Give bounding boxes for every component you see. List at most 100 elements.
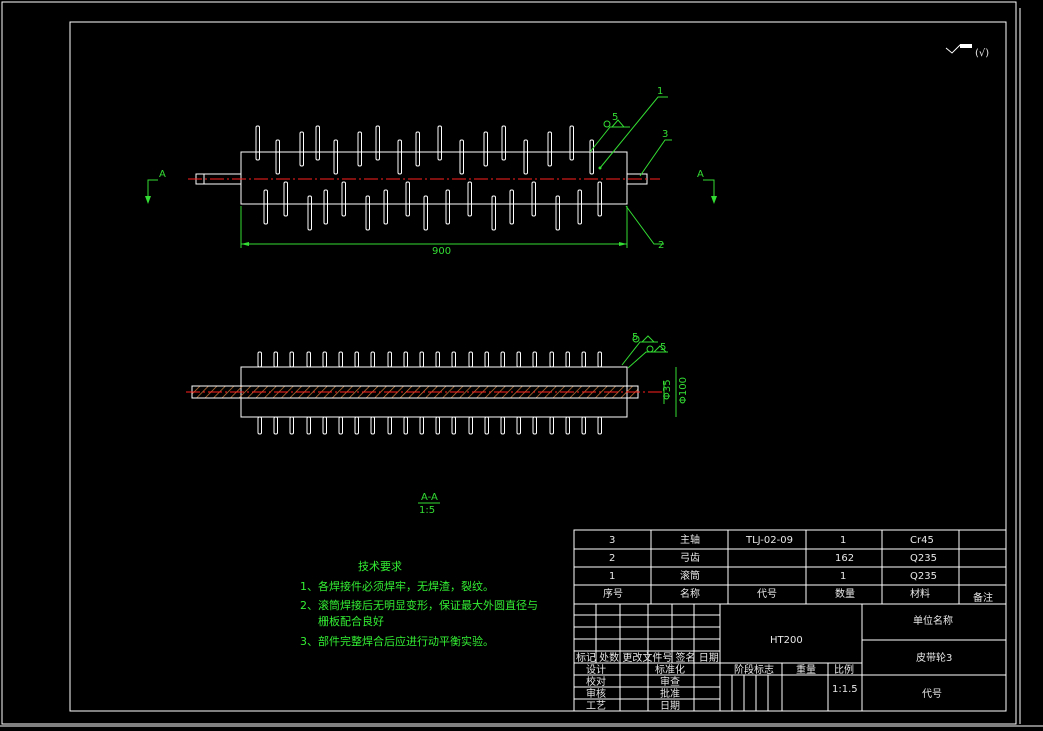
- tooth-slot: [299, 131, 304, 167]
- tb-approve: 批准: [660, 687, 680, 700]
- section-mark-right: A: [697, 169, 717, 204]
- tooth-slot: [375, 125, 380, 161]
- tooth-slot: [516, 351, 521, 368]
- tech-title: 技术要求: [358, 560, 402, 573]
- svg-text:2: 2: [658, 240, 664, 251]
- row2-name: 弓齿: [680, 552, 700, 564]
- tooth-slot: [403, 351, 408, 368]
- tooth-slot: [423, 195, 428, 231]
- row2-material: Q235: [910, 553, 937, 564]
- tooth-slot: [283, 181, 288, 217]
- tooth-slot: [484, 351, 489, 368]
- tb-code-label: 代号: [922, 688, 942, 700]
- tooth-slot: [338, 351, 343, 368]
- header-note: 备注: [973, 591, 993, 604]
- tooth-slot: [445, 189, 450, 225]
- tooth-slot: [532, 416, 537, 435]
- tb-design: 设计: [586, 663, 606, 676]
- tooth-slot: [451, 416, 456, 435]
- row3-qty: 1: [840, 535, 846, 546]
- top-view: 900 A A 1 3 2 5: [145, 86, 717, 257]
- tb-scale-label: 比例: [834, 663, 854, 676]
- header-material: 材料: [910, 587, 930, 600]
- svg-text:A: A: [159, 169, 166, 180]
- dim-arrow-right: [619, 242, 627, 246]
- tooth-slot: [500, 351, 505, 368]
- row1-no: 1: [609, 571, 615, 582]
- tb-check: 校对: [586, 675, 606, 688]
- tooth-slot: [565, 416, 570, 435]
- tooth-slot: [500, 416, 505, 435]
- tooth-slot: [307, 195, 312, 231]
- tooth-slot: [437, 125, 442, 161]
- tooth-slot: [468, 416, 473, 435]
- tooth-slot: [315, 125, 320, 161]
- tooth-slot: [483, 131, 488, 167]
- tb-standardization: 标准化: [655, 663, 685, 676]
- tech-line-4: 3、部件完整焊合后应进行动平衡实验。: [300, 634, 494, 648]
- tooth-slot: [273, 416, 278, 435]
- tech-requirements: 技术要求 1、各焊接件必须焊牢，无焊渣，裂纹。 2、滚筒焊接后无明显变形，保证最…: [300, 560, 538, 648]
- row1-qty: 1: [840, 571, 846, 582]
- tooth-slot: [354, 351, 359, 368]
- tooth-slot: [581, 416, 586, 435]
- callout-3: 3: [639, 129, 672, 177]
- tooth-slot: [501, 125, 506, 161]
- row3-material: Cr45: [910, 535, 934, 546]
- svg-text:1: 1: [657, 86, 663, 97]
- header-qty: 数量: [835, 587, 855, 600]
- svg-text:5: 5: [612, 112, 618, 123]
- tooth-slot: [263, 189, 268, 225]
- tooth-slot: [383, 189, 388, 225]
- row2-qty: 162: [835, 553, 854, 564]
- tooth-slot: [589, 139, 594, 175]
- tooth-slot: [569, 125, 574, 161]
- tooth-slot: [257, 416, 262, 435]
- tooth-slot: [435, 416, 440, 435]
- dim-phi35-text: Φ35: [662, 379, 673, 400]
- tb-audit: 审查: [660, 675, 680, 688]
- row3-code: TLJ-02-09: [745, 535, 793, 546]
- row1-name: 滚筒: [680, 569, 700, 582]
- row1-material: Q235: [910, 571, 937, 582]
- tooth-slot: [257, 351, 262, 368]
- tooth-slot: [491, 195, 496, 231]
- svg-text:5: 5: [632, 332, 638, 343]
- tooth-slot: [419, 416, 424, 435]
- svg-text:A-A: A-A: [421, 492, 438, 503]
- tb-unit-name: 单位名称: [913, 614, 953, 627]
- sheet-outer-frame: [1, 1, 1017, 725]
- tooth-slot: [419, 351, 424, 368]
- dim-arrow-left: [241, 242, 249, 246]
- tech-line-3: 栅板配合良好: [318, 614, 384, 628]
- tooth-slot: [306, 416, 311, 435]
- tooth-slot: [405, 181, 410, 217]
- tooth-slot: [306, 351, 311, 368]
- tooth-slot: [387, 351, 392, 368]
- tooth-slot: [338, 416, 343, 435]
- header-name: 名称: [680, 587, 700, 600]
- tooth-slot: [370, 351, 375, 368]
- tb-revision-header: 标记 处数 更改文件号 签名 日期: [576, 651, 719, 664]
- tb-material: HT200: [770, 635, 803, 646]
- tb-stage-mark: 阶段标志: [734, 663, 774, 676]
- tb-process: 工艺: [586, 700, 606, 712]
- dim-text-900: 900: [432, 246, 451, 257]
- svg-text:5: 5: [660, 342, 666, 353]
- svg-text:3: 3: [662, 129, 668, 140]
- svg-text:1:5: 1:5: [419, 505, 435, 516]
- tooth-slot: [555, 195, 560, 231]
- tooth-slot: [531, 181, 536, 217]
- tooth-slot: [547, 131, 552, 167]
- weld-symbol-top: 5: [589, 112, 630, 153]
- tooth-slot: [581, 351, 586, 368]
- tooth-slot: [577, 189, 582, 225]
- tooth-slot: [435, 351, 440, 368]
- tooth-slot: [467, 181, 472, 217]
- tb-drawing-name: 皮带轮3: [916, 651, 952, 664]
- row2-no: 2: [609, 553, 615, 564]
- tooth-slot: [273, 351, 278, 368]
- teeth-group-top: [255, 125, 602, 231]
- header-code: 代号: [757, 588, 777, 600]
- row3-name: 主轴: [680, 533, 700, 546]
